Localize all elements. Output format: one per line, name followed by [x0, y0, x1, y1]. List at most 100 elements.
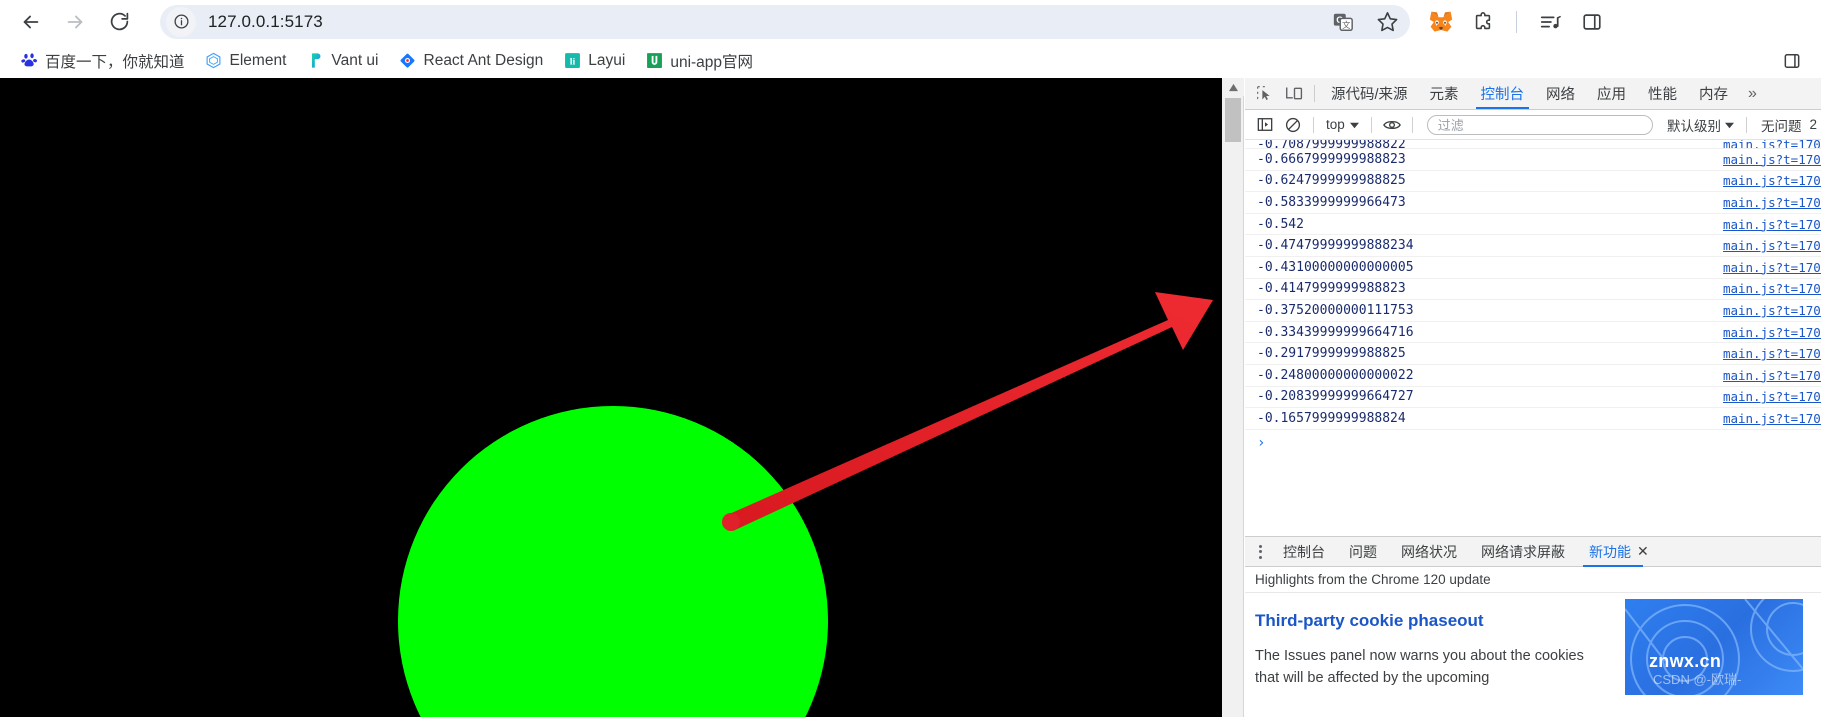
log-row[interactable]: -0.6667999999988823 main.js?t=1704182332…	[1245, 149, 1821, 171]
tab-application[interactable]: 应用	[1586, 78, 1637, 109]
log-row[interactable]: -0.542 main.js?t=17041823324	[1245, 214, 1821, 236]
log-source-link[interactable]: main.js?t=17041823324	[1723, 368, 1821, 383]
tab-console[interactable]: 控制台	[1470, 78, 1536, 109]
log-row[interactable]: -0.24800000000000022 main.js?t=170418233…	[1245, 365, 1821, 387]
log-source-link[interactable]: main.js?t=17041823324	[1723, 346, 1821, 361]
log-source-link[interactable]: main.js?t=17041823324	[1723, 325, 1821, 340]
uniapp-favicon	[645, 52, 663, 70]
bookmarks-side-panel-icon[interactable]	[1777, 46, 1807, 76]
reload-button[interactable]	[100, 3, 138, 41]
baidu-favicon	[20, 52, 38, 70]
close-icon[interactable]: ✕	[1637, 543, 1649, 560]
bookmark-label: React Ant Design	[423, 51, 544, 69]
log-row[interactable]: -0.33439999999664716 main.js?t=170418233…	[1245, 322, 1821, 344]
log-row[interactable]: -0.37520000000111753 main.js?t=170418233…	[1245, 300, 1821, 322]
log-source-link[interactable]: main.js?t=17041823324	[1723, 303, 1821, 318]
bookmark-star-icon[interactable]	[1372, 7, 1402, 37]
log-row[interactable]: -0.7087999999988822 main.js?t=1704182332…	[1245, 140, 1821, 149]
log-source-link[interactable]: main.js?t=17041823324	[1723, 152, 1821, 167]
log-source-link[interactable]: main.js?t=17041823324	[1723, 260, 1821, 275]
bookmark-item-uniapp[interactable]: uni-app官网	[635, 47, 763, 75]
toolbar-divider	[1516, 10, 1517, 33]
drawer-tab-label: 网络状况	[1401, 543, 1457, 560]
log-row[interactable]: -0.47479999999888234 main.js?t=170418233…	[1245, 235, 1821, 257]
address-bar-url[interactable]: 127.0.0.1:5173	[208, 12, 323, 32]
log-row[interactable]: -0.5833999999966473 main.js?t=1704182332…	[1245, 192, 1821, 214]
log-source-link[interactable]: main.js?t=17041823324	[1723, 140, 1821, 148]
tab-network[interactable]: 网络	[1535, 78, 1586, 109]
site-info-icon[interactable]	[166, 6, 196, 37]
console-sidebar-toggle-icon[interactable]	[1251, 113, 1279, 137]
log-value: -0.1657999999988824	[1257, 410, 1406, 426]
bookmark-item-element[interactable]: Element	[195, 49, 297, 73]
log-row[interactable]: -0.4147999999988823 main.js?t=1704182332…	[1245, 279, 1821, 301]
bookmark-item-layui[interactable]: li Layui	[553, 49, 635, 73]
drawer-tab-network-request-blocking[interactable]: 网络请求屏蔽	[1469, 537, 1577, 567]
scrollbar-thumb[interactable]	[1225, 98, 1241, 142]
media-playlist-icon[interactable]	[1535, 7, 1565, 37]
extensions-puzzle-icon[interactable]	[1468, 7, 1498, 37]
bookmark-label: uni-app官网	[670, 53, 754, 71]
log-value: -0.4147999999988823	[1257, 281, 1406, 297]
back-button[interactable]	[12, 3, 50, 41]
log-row[interactable]: -0.6247999999988825 main.js?t=1704182332…	[1245, 171, 1821, 193]
issues-status[interactable]: 无问题	[1753, 115, 1810, 135]
log-source-link[interactable]: main.js?t=17041823324	[1723, 389, 1821, 404]
log-row[interactable]: -0.20839999999664727 main.js?t=170418233…	[1245, 387, 1821, 409]
devtools-panel: 源代码/来源 元素 控制台 网络 应用 性能 内存 » top 过滤 默认级别 …	[1245, 78, 1821, 717]
console-toolbar: top 过滤 默认级别 无问题 2	[1245, 110, 1821, 140]
bookmark-item-baidu[interactable]: 百度一下，你就知道	[10, 47, 195, 75]
log-row[interactable]: -0.43100000000000005 main.js?t=170418233…	[1245, 257, 1821, 279]
tab-performance[interactable]: 性能	[1637, 78, 1688, 109]
green-circle-element[interactable]	[398, 406, 828, 717]
side-panel-icon[interactable]	[1577, 7, 1607, 37]
live-expression-eye-icon[interactable]	[1378, 113, 1406, 137]
devtools-drawer: 控制台 问题 网络状况 网络请求屏蔽 新功能 ✕ Highlights from…	[1245, 536, 1821, 717]
bookmarks-bar: 百度一下，你就知道 Element Vant ui React Ant Desi…	[0, 43, 1821, 78]
devtools-scroll-gutter[interactable]	[1222, 78, 1244, 717]
tab-elements[interactable]: 元素	[1419, 78, 1470, 109]
log-row[interactable]: -0.1657999999988824 main.js?t=1704182332…	[1245, 408, 1821, 430]
chevron-down-icon	[1724, 117, 1734, 132]
execution-context-selector[interactable]: top	[1320, 117, 1365, 132]
log-source-link[interactable]: main.js?t=17041823324	[1723, 195, 1821, 210]
tab-label: 内存	[1699, 87, 1729, 103]
tab-sources[interactable]: 源代码/来源	[1320, 78, 1419, 109]
log-source-link[interactable]: main.js?t=17041823324	[1723, 217, 1821, 232]
more-tabs-icon[interactable]: »	[1739, 78, 1766, 109]
console-prompt[interactable]: ›	[1245, 430, 1821, 456]
page-viewport[interactable]	[0, 78, 1222, 717]
address-bar[interactable]: 127.0.0.1:5173 G 文	[160, 4, 1410, 39]
bookmark-item-vant[interactable]: Vant ui	[296, 49, 388, 73]
device-toolbar-icon[interactable]	[1279, 78, 1309, 109]
tab-label: 应用	[1597, 87, 1627, 103]
drawer-tab-whats-new[interactable]: 新功能 ✕	[1577, 537, 1661, 567]
drawer-tab-network-conditions[interactable]: 网络状况	[1389, 537, 1469, 567]
log-row[interactable]: -0.2917999999988825 main.js?t=1704182332…	[1245, 343, 1821, 365]
whats-new-body: Third-party cookie phaseout The Issues p…	[1245, 593, 1821, 717]
filter-placeholder: 过滤	[1437, 118, 1464, 133]
console-filter-input[interactable]: 过滤	[1426, 114, 1653, 135]
translate-icon[interactable]: G 文	[1328, 7, 1358, 37]
drawer-tab-console[interactable]: 控制台	[1271, 537, 1337, 567]
drawer-tabbar: 控制台 问题 网络状况 网络请求屏蔽 新功能 ✕	[1245, 537, 1821, 567]
log-source-link[interactable]: main.js?t=17041823324	[1723, 173, 1821, 188]
log-source-link[interactable]: main.js?t=17041823324	[1723, 238, 1821, 253]
inspect-element-icon[interactable]	[1249, 78, 1279, 109]
scroll-up-arrow-icon[interactable]	[1222, 78, 1244, 96]
bookmark-item-react-ant-design[interactable]: React Ant Design	[389, 49, 554, 73]
metamask-extension-icon[interactable]	[1426, 7, 1456, 37]
forward-button[interactable]	[56, 3, 94, 41]
drawer-tab-issues[interactable]: 问题	[1337, 537, 1389, 567]
log-value: -0.24800000000000022	[1257, 367, 1414, 383]
log-source-link[interactable]: main.js?t=17041823324	[1723, 411, 1821, 426]
tab-label: 性能	[1648, 87, 1678, 103]
toolbar-divider	[1370, 116, 1372, 133]
console-log-list[interactable]: -0.7087999999988822 main.js?t=1704182332…	[1245, 140, 1821, 536]
log-level-selector[interactable]: 默认级别	[1661, 115, 1740, 135]
drawer-more-options-icon[interactable]	[1249, 544, 1271, 559]
log-source-link[interactable]: main.js?t=17041823324	[1723, 281, 1821, 296]
prompt-chevron-icon: ›	[1257, 434, 1266, 451]
clear-console-icon[interactable]	[1279, 113, 1307, 137]
tab-memory[interactable]: 内存	[1688, 78, 1739, 109]
